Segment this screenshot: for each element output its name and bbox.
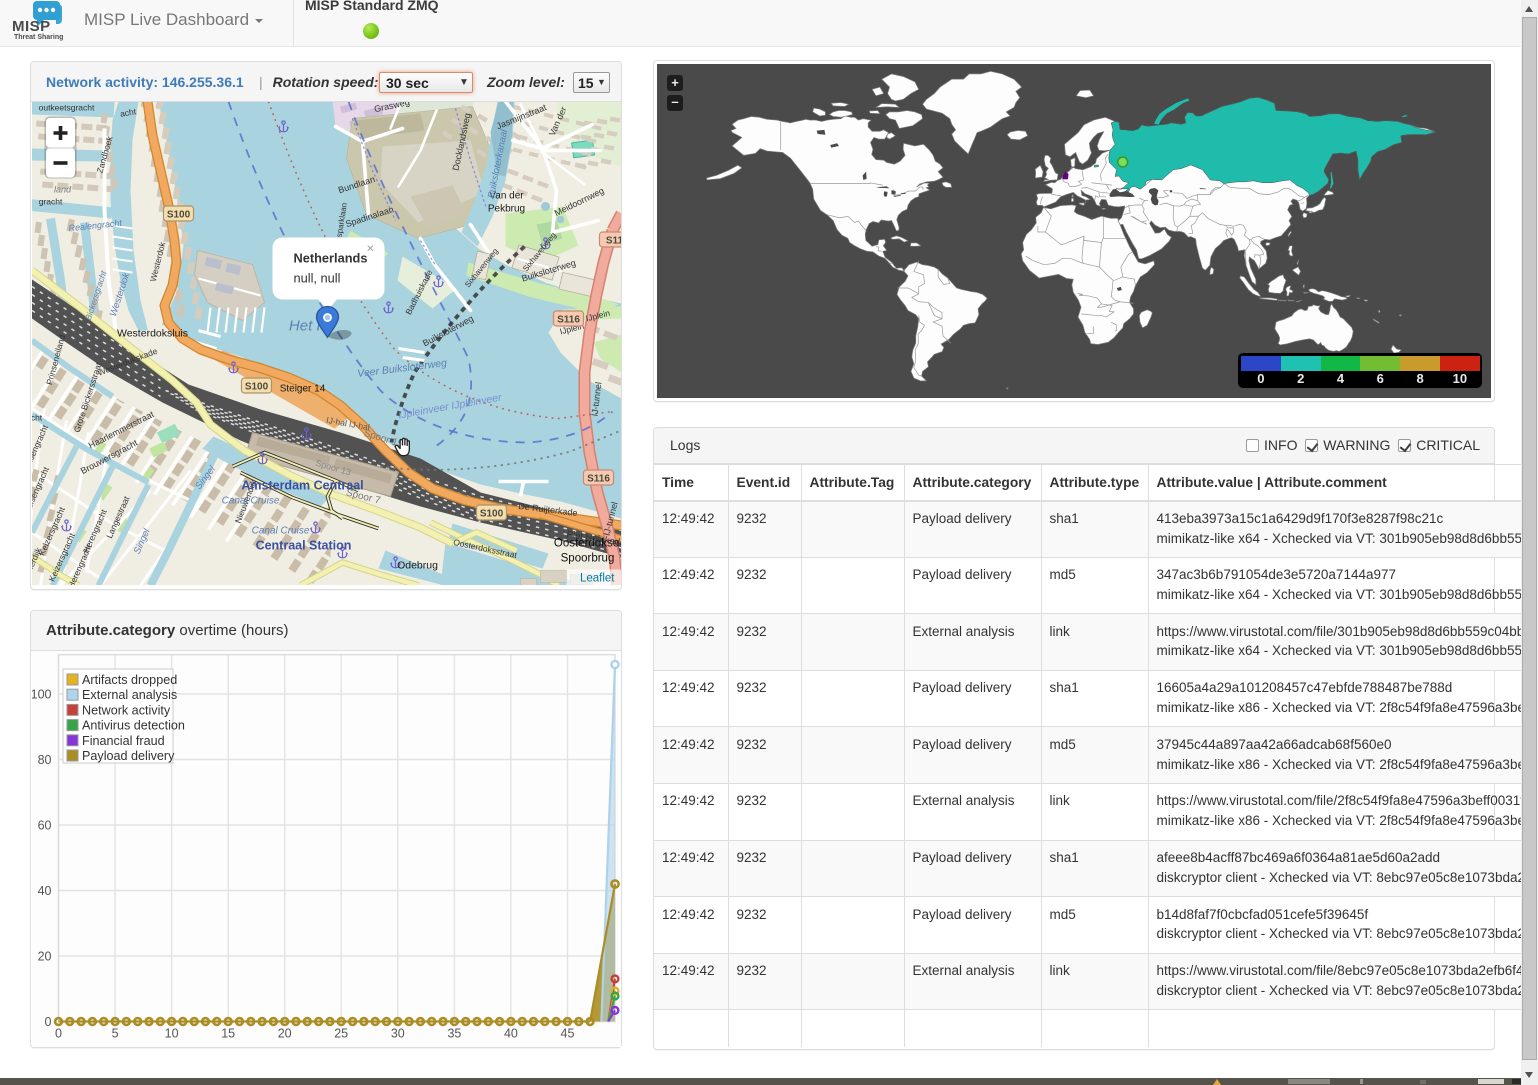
svg-text:20: 20 bbox=[38, 950, 52, 964]
svg-text:35: 35 bbox=[447, 1027, 461, 1041]
svg-text:Netherlands: Netherlands bbox=[294, 251, 368, 266]
svg-text:30: 30 bbox=[391, 1027, 405, 1041]
svg-text:0: 0 bbox=[45, 1015, 52, 1029]
svg-text:Threat Sharing: Threat Sharing bbox=[14, 34, 63, 41]
svg-text:Canal Cruise: Canal Cruise bbox=[252, 526, 310, 537]
svg-text:gracht: gracht bbox=[39, 197, 63, 207]
svg-text:Antivirus detection: Antivirus detection bbox=[82, 719, 185, 733]
svg-text:S116: S116 bbox=[557, 314, 580, 325]
svg-text:25: 25 bbox=[334, 1027, 348, 1041]
svg-text:S100: S100 bbox=[480, 508, 504, 519]
svg-text:0: 0 bbox=[55, 1027, 62, 1041]
svg-text:cht: cht bbox=[32, 413, 43, 423]
svg-text:Odebrug: Odebrug bbox=[397, 560, 438, 572]
svg-text:S100: S100 bbox=[245, 381, 269, 392]
svg-text:Network activity: Network activity bbox=[82, 703, 171, 717]
svg-text:45: 45 bbox=[561, 1027, 575, 1041]
svg-text:Leaflet: Leaflet bbox=[580, 573, 615, 585]
svg-text:10: 10 bbox=[165, 1027, 179, 1041]
svg-text:Canal Cruise: Canal Cruise bbox=[222, 496, 280, 507]
svg-text:20: 20 bbox=[278, 1027, 292, 1041]
svg-text:Steiger 14: Steiger 14 bbox=[280, 384, 326, 395]
svg-text:Centraal Station: Centraal Station bbox=[256, 539, 352, 553]
svg-text:S116: S116 bbox=[587, 473, 610, 484]
svg-text:5: 5 bbox=[112, 1027, 119, 1041]
svg-text:60: 60 bbox=[38, 819, 52, 833]
svg-text:80: 80 bbox=[38, 753, 52, 767]
svg-text:Payload delivery: Payload delivery bbox=[82, 749, 175, 763]
svg-text:External analysis: External analysis bbox=[82, 688, 177, 702]
svg-text:100: 100 bbox=[32, 688, 52, 702]
svg-text:Westerdoksluis: Westerdoksluis bbox=[117, 328, 188, 340]
svg-text:S11: S11 bbox=[606, 235, 621, 246]
svg-text:S100: S100 bbox=[167, 209, 191, 220]
svg-text:MISP: MISP bbox=[12, 18, 51, 35]
svg-text:Spoorbrug: Spoorbrug bbox=[561, 553, 615, 565]
svg-text:Artifacts dropped: Artifacts dropped bbox=[82, 673, 177, 687]
svg-text:null, null: null, null bbox=[294, 271, 341, 286]
svg-text:land: land bbox=[54, 185, 72, 195]
svg-text:×: × bbox=[367, 241, 375, 256]
svg-text:40: 40 bbox=[38, 884, 52, 898]
svg-text:Amsterdam Centraal: Amsterdam Centraal bbox=[241, 479, 363, 493]
svg-text:Pekbrug: Pekbrug bbox=[488, 204, 525, 215]
svg-text:40: 40 bbox=[504, 1027, 518, 1041]
svg-text:outkeetsgracht: outkeetsgracht bbox=[39, 103, 95, 113]
svg-text:15: 15 bbox=[221, 1027, 235, 1041]
svg-text:Financial fraud: Financial fraud bbox=[82, 734, 165, 748]
